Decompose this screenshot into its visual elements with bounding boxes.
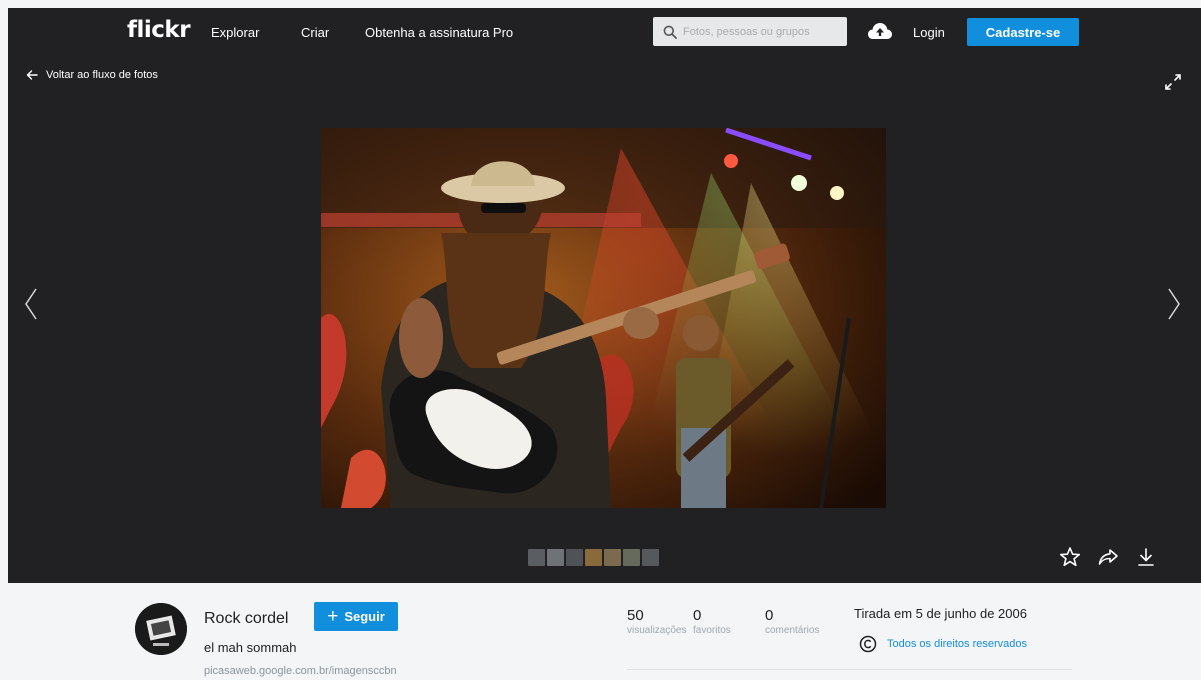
date-taken: Tirada em 5 de junho de 2006 (854, 606, 1027, 621)
photo-stage: Voltar ao fluxo de fotos (8, 57, 1201, 583)
thumbnail[interactable] (528, 549, 545, 566)
main-photo[interactable] (321, 128, 886, 508)
follow-button[interactable]: + Seguir (314, 602, 398, 631)
photostream-thumbnails (528, 549, 659, 566)
thumbnail[interactable] (623, 549, 640, 566)
back-label: Voltar ao fluxo de fotos (46, 69, 158, 81)
stat-comments-value: 0 (765, 607, 774, 624)
stat-favorites-value: 0 (693, 607, 702, 624)
copyright-icon (859, 635, 877, 653)
search-input[interactable] (683, 25, 843, 38)
stat-comments-label: comentários (765, 625, 820, 636)
photo-source-link[interactable]: picasaweb.google.com.br/imagensccbn (204, 665, 397, 677)
back-arrow-icon (26, 70, 38, 80)
chevron-right-icon[interactable] (1166, 287, 1182, 321)
star-icon[interactable] (1058, 545, 1082, 569)
top-navigation: flickr Explorar Criar Obtenha a assinatu… (8, 8, 1201, 57)
avatar[interactable] (135, 603, 187, 655)
search-icon (663, 25, 677, 39)
nav-get-pro[interactable]: Obtenha a assinatura Pro (365, 25, 513, 40)
download-icon[interactable] (1134, 545, 1158, 569)
stat-comments: 0 comentários (765, 607, 819, 636)
license-label: Todos os direitos reservados (887, 638, 1028, 650)
nav-explore[interactable]: Explorar (211, 25, 259, 40)
thumbnail[interactable] (547, 549, 564, 566)
upload-cloud-icon[interactable] (867, 21, 893, 41)
photo-actions (1058, 545, 1158, 569)
stat-favorites-label: favoritos (693, 625, 731, 636)
back-to-photostream[interactable]: Voltar ao fluxo de fotos (26, 69, 158, 81)
thumbnail[interactable] (585, 549, 602, 566)
chevron-left-icon[interactable] (23, 287, 39, 321)
signup-button[interactable]: Cadastre-se (967, 18, 1079, 46)
plus-icon: + (327, 606, 339, 627)
thumbnail[interactable] (566, 549, 583, 566)
share-icon[interactable] (1096, 545, 1120, 569)
divider (627, 669, 1072, 670)
expand-icon[interactable] (1163, 72, 1183, 92)
thumbnail[interactable] (642, 549, 659, 566)
license-info[interactable]: Todos os direitos reservados (859, 635, 1027, 653)
stat-views-value: 50 (627, 607, 644, 624)
photo-title: el mah sommah (204, 640, 297, 655)
flickr-logo[interactable]: flickr (127, 17, 191, 43)
flickr-photo-page: flickr Explorar Criar Obtenha a assinatu… (8, 8, 1201, 680)
stat-views-label: visualizações (627, 625, 687, 636)
thumbnail[interactable] (604, 549, 621, 566)
owner-name[interactable]: Rock cordel (204, 610, 288, 628)
login-link[interactable]: Login (913, 25, 945, 40)
stat-views: 50 visualizações (627, 607, 686, 636)
search-box[interactable] (653, 17, 847, 46)
stat-favorites: 0 favoritos (693, 607, 731, 636)
nav-create[interactable]: Criar (301, 25, 329, 40)
follow-label: Seguir (344, 609, 385, 624)
photo-info-bar: Rock cordel + Seguir el mah sommah picas… (8, 583, 1201, 680)
